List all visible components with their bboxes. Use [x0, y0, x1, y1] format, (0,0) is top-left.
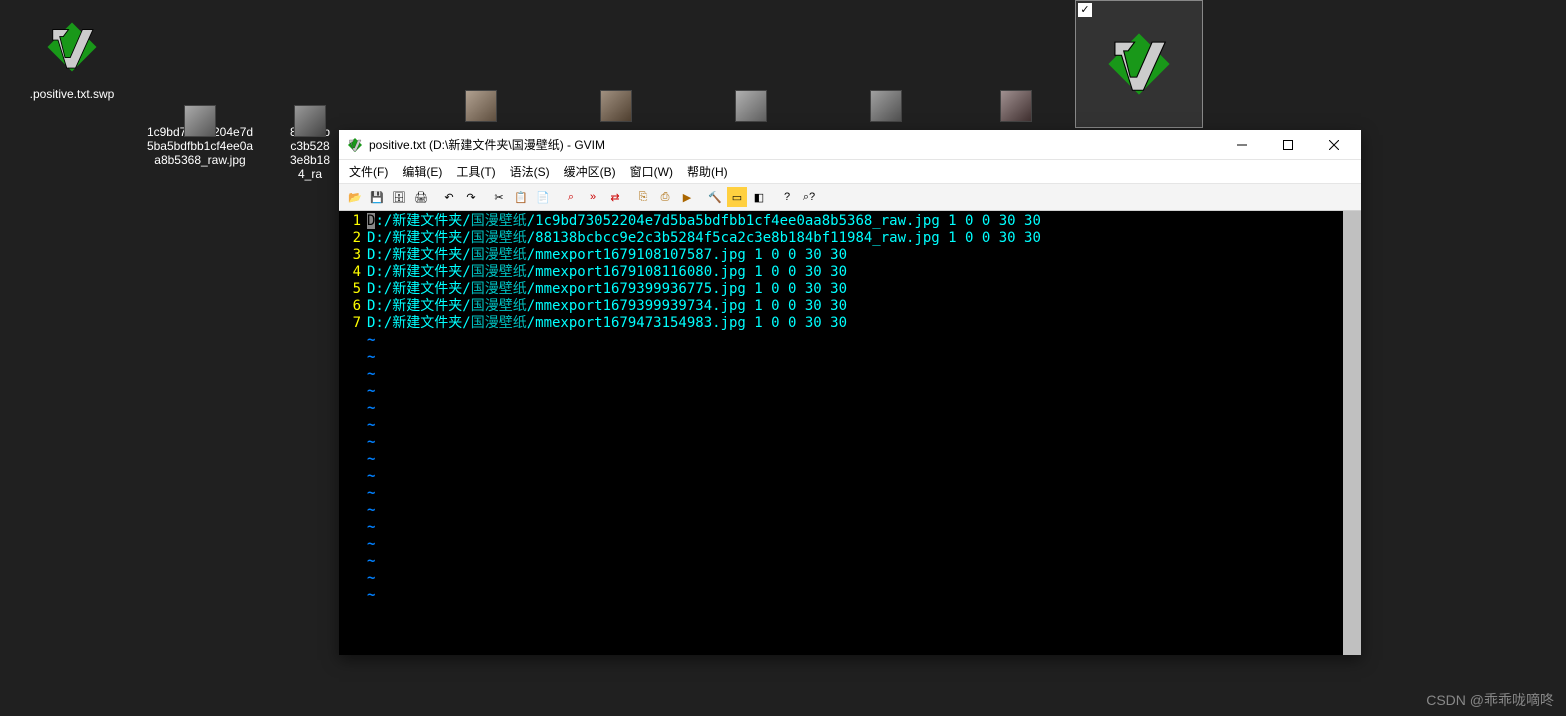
desktop-icon-gvim-selected[interactable]: ✓ — [1075, 0, 1203, 128]
image-thumbnail[interactable] — [600, 90, 632, 122]
text-editor[interactable]: D:/新建文件夹/国漫壁纸/1c9bd73052204e7d5ba5bdfbb1… — [367, 211, 1343, 655]
image-thumbnail[interactable] — [1000, 90, 1032, 122]
undo-icon[interactable]: ↶ — [439, 187, 459, 207]
vertical-scrollbar[interactable] — [1343, 211, 1361, 655]
editor-area[interactable]: 1 2 3 4 5 6 7 D:/新建文件夹/国漫壁纸/1c9bd7305220… — [339, 211, 1361, 655]
open-icon[interactable]: 📂 — [345, 187, 365, 207]
selection-checkbox[interactable]: ✓ — [1078, 3, 1092, 17]
toolbar: 📂 💾 🗄 🖨 ↶ ↷ ✂ 📋 📄 ⌕ » ⇄ ⎘ ⎙ ▶ 🔨 ▭ ◧ ? ⌕? — [339, 184, 1361, 211]
image-thumbnail[interactable] — [870, 90, 902, 122]
shell-icon[interactable]: ▭ — [727, 187, 747, 207]
desktop-icon-img2[interactable]: 88138b c3b528 3e8b18 4_ra — [275, 15, 345, 183]
cut-icon[interactable]: ✂ — [489, 187, 509, 207]
vim-app-icon — [1104, 29, 1174, 99]
saveall-icon[interactable]: 🗄 — [389, 187, 409, 207]
watermark-text: CSDN @乖乖咙嘀咚 — [1426, 690, 1554, 710]
desktop-icon-img1[interactable]: 1c9bd73052204e7d5ba5bdfbb1cf4ee0aa8b5368… — [140, 15, 260, 169]
menu-file[interactable]: 文件(F) — [349, 163, 388, 180]
vim-file-icon — [40, 15, 104, 79]
save-icon[interactable]: 💾 — [367, 187, 387, 207]
vim-app-icon — [347, 137, 363, 153]
menu-edit[interactable]: 编辑(E) — [402, 163, 442, 180]
image-thumbnail — [294, 105, 326, 137]
menu-window[interactable]: 窗口(W) — [630, 163, 673, 180]
replace-icon[interactable]: ⇄ — [605, 187, 625, 207]
scrollbar-thumb[interactable] — [1343, 211, 1361, 655]
desktop-icon-label: .positive.txt.swp — [12, 85, 132, 103]
findnext-icon[interactable]: » — [583, 187, 603, 207]
copy-icon[interactable]: 📋 — [511, 187, 531, 207]
menu-help[interactable]: 帮助(H) — [687, 163, 728, 180]
menu-tools[interactable]: 工具(T) — [456, 163, 495, 180]
session-load-icon[interactable]: ⎘ — [633, 187, 653, 207]
tags-icon[interactable]: ◧ — [749, 187, 769, 207]
redo-icon[interactable]: ↷ — [461, 187, 481, 207]
findhelp-icon[interactable]: ⌕? — [799, 187, 819, 207]
line-number-gutter: 1 2 3 4 5 6 7 — [339, 211, 367, 655]
gvim-window: positive.txt (D:\新建文件夹\国漫壁纸) - GVIM 文件(F… — [339, 130, 1361, 655]
minimize-button[interactable] — [1219, 130, 1265, 160]
window-title: positive.txt (D:\新建文件夹\国漫壁纸) - GVIM — [369, 136, 1219, 153]
close-button[interactable] — [1311, 130, 1357, 160]
session-save-icon[interactable]: ⎙ — [655, 187, 675, 207]
menubar: 文件(F) 编辑(E) 工具(T) 语法(S) 缓冲区(B) 窗口(W) 帮助(… — [339, 160, 1361, 184]
image-thumbnail — [184, 105, 216, 137]
paste-icon[interactable]: 📄 — [533, 187, 553, 207]
image-thumbnail[interactable] — [735, 90, 767, 122]
run-script-icon[interactable]: ▶ — [677, 187, 697, 207]
make-icon[interactable]: 🔨 — [705, 187, 725, 207]
help-icon[interactable]: ? — [777, 187, 797, 207]
desktop-icon-swp[interactable]: .positive.txt.swp — [12, 15, 132, 103]
titlebar[interactable]: positive.txt (D:\新建文件夹\国漫壁纸) - GVIM — [339, 130, 1361, 160]
find-icon[interactable]: ⌕ — [561, 187, 581, 207]
image-thumbnail[interactable] — [465, 90, 497, 122]
maximize-button[interactable] — [1265, 130, 1311, 160]
menu-syntax[interactable]: 语法(S) — [510, 163, 550, 180]
menu-buffers[interactable]: 缓冲区(B) — [564, 163, 616, 180]
print-icon[interactable]: 🖨 — [411, 187, 431, 207]
